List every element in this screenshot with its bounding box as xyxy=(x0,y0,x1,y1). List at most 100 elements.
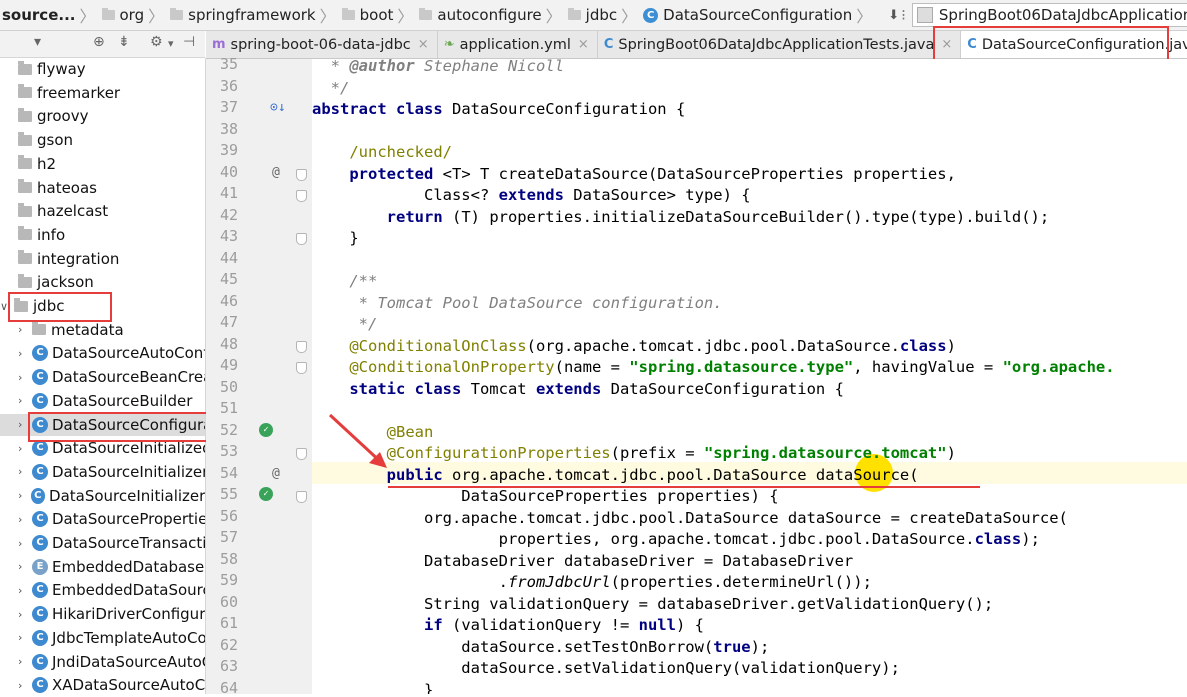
tree-item[interactable]: hazelcast xyxy=(0,200,205,222)
breadcrumb-item[interactable]: org 〉 xyxy=(101,3,171,27)
code-line: */ xyxy=(312,313,378,335)
more-icon[interactable]: ⁝ xyxy=(901,6,906,24)
run-config-label: SpringBoot06DataJdbcApplicationTests.con… xyxy=(938,6,1187,24)
chevron-right-icon[interactable]: › xyxy=(18,608,32,621)
code-line: String validationQuery = databaseDriver.… xyxy=(312,593,993,615)
chevron-right-icon[interactable]: › xyxy=(18,442,32,455)
tree-item[interactable]: › E EmbeddedDatabaseC xyxy=(0,556,206,578)
target-icon[interactable]: ⊕ xyxy=(93,34,105,50)
collapse-icon[interactable]: ⇟ xyxy=(118,34,130,50)
fold-icon[interactable] xyxy=(296,491,307,503)
line-number: 61 xyxy=(219,614,238,632)
dropdown-icon[interactable]: ▾ xyxy=(34,34,41,50)
fold-icon[interactable] xyxy=(296,362,307,374)
folder-icon xyxy=(341,8,355,20)
tree-item[interactable]: gson xyxy=(0,129,205,151)
fold-icon[interactable] xyxy=(296,168,307,181)
implemented-icon[interactable]: ⊙↓ xyxy=(270,100,286,115)
run-config-select[interactable]: SpringBoot06DataJdbcApplicationTests.con… xyxy=(911,3,1187,27)
tree-item[interactable]: › C XADataSourceAutoCo xyxy=(0,674,205,694)
close-icon[interactable]: × xyxy=(418,37,429,52)
chevron-right-icon[interactable]: › xyxy=(18,371,32,384)
tree-item[interactable]: › C HikariDriverConfigurat xyxy=(0,603,205,625)
chevron-right-icon[interactable]: › xyxy=(18,537,32,550)
run-configuration[interactable]: ⬇ ⁝ SpringBoot06DataJdbcApplicationTests… xyxy=(888,3,1187,27)
code-line: @ConditionalOnClass(org.apache.tomcat.jd… xyxy=(312,335,956,357)
fold-icon[interactable] xyxy=(296,190,307,202)
code-token: * Tomcat Pool DataSource configuration. xyxy=(312,293,723,312)
tree-item[interactable]: groovy xyxy=(0,105,205,127)
tree-item[interactable]: › C DataSourceAutoConfig xyxy=(0,342,205,364)
tree-item[interactable]: › C DataSourceBuilder xyxy=(0,390,205,412)
close-icon[interactable]: × xyxy=(578,37,589,52)
tree-item[interactable]: h2 xyxy=(0,153,205,175)
tree-item[interactable]: › C JdbcTemplateAutoCon xyxy=(0,627,205,649)
tab-1[interactable]: ❧ application.yml × xyxy=(438,31,598,58)
folder-icon xyxy=(101,8,115,20)
tree-item[interactable]: › C DataSourceInitializerPo xyxy=(0,485,205,507)
tree-item[interactable]: › C EmbeddedDataSource xyxy=(0,579,205,601)
chevron-right-icon[interactable]: › xyxy=(18,489,31,502)
tree-item[interactable]: hateoas xyxy=(0,177,205,199)
fold-icon[interactable] xyxy=(296,233,307,245)
code-line: DatabaseDriver databaseDriver = Database… xyxy=(312,550,853,572)
override-marker-icon[interactable]: @ xyxy=(272,466,280,481)
folder-icon xyxy=(18,107,32,122)
code-line: /** xyxy=(312,270,377,292)
breadcrumb-item[interactable]: springframework 〉 xyxy=(170,3,342,27)
breadcrumb-item[interactable]: boot 〉 xyxy=(341,3,420,27)
chevron-right-icon[interactable]: › xyxy=(18,560,32,573)
tree-item[interactable]: › C DataSourceInitializer xyxy=(0,461,205,483)
breadcrumb-item[interactable]: autoconfigure 〉 xyxy=(419,3,567,27)
breadcrumb-item[interactable]: C DataSourceConfiguration 〉 xyxy=(643,3,878,27)
tree-item[interactable]: flyway xyxy=(0,58,205,80)
tab-2[interactable]: C SpringBoot06DataJdbcApplicationTests.ja… xyxy=(598,31,962,58)
breadcrumb-item[interactable]: jdbc 〉 xyxy=(567,3,643,27)
gear-dropdown-icon[interactable]: ▾ xyxy=(168,37,174,50)
run-arrow-icon[interactable]: ⬇ xyxy=(888,8,899,23)
tree-item[interactable]: › C JndiDataSourceAutoCo xyxy=(0,651,205,673)
bean-icon[interactable]: ✓ xyxy=(259,487,273,501)
chevron-right-icon[interactable]: › xyxy=(18,347,32,360)
bean-icon[interactable]: ✓ xyxy=(259,422,273,437)
tree-item[interactable]: › C DataSourceTransactio xyxy=(0,532,205,554)
fold-icon[interactable] xyxy=(296,448,307,460)
chevron-right-icon[interactable]: › xyxy=(18,394,32,407)
code-token: } xyxy=(312,680,434,695)
tree-item[interactable]: jackson xyxy=(0,271,205,293)
tree-item[interactable]: info xyxy=(0,224,205,246)
leaf-icon: ❧ xyxy=(443,37,455,52)
chevron-right-icon[interactable]: › xyxy=(18,465,32,478)
tab-0[interactable]: m spring-boot-06-data-jdbc × xyxy=(206,31,438,58)
code-token: extends xyxy=(498,186,564,204)
chevron-right-icon[interactable]: › xyxy=(18,631,32,644)
breadcrumb-item[interactable]: source... 〉 xyxy=(2,3,102,27)
line-number: 50 xyxy=(219,377,238,396)
folder-icon xyxy=(18,202,32,217)
chevron-right-icon[interactable]: › xyxy=(18,655,32,668)
chevron-right-icon[interactable]: › xyxy=(18,679,32,692)
override-marker-icon[interactable]: @ xyxy=(272,165,280,180)
tree-item[interactable]: › C DataSourceProperties xyxy=(0,508,206,530)
code-token: fromJdbcUrl xyxy=(507,573,611,591)
chevron-right-icon[interactable]: › xyxy=(18,584,32,597)
code-token: (org.apache.tomcat.jdbc.pool.DataSource. xyxy=(526,336,900,355)
hide-icon[interactable]: ⊣ xyxy=(183,34,195,50)
tree-item[interactable]: › C DataSourceBeanCreat xyxy=(0,366,205,388)
line-number: 47 xyxy=(219,313,238,331)
line-number: 46 xyxy=(219,291,238,310)
tree-item-label: DataSourceProperties xyxy=(52,510,206,529)
chevron-right-icon[interactable]: › xyxy=(18,513,32,526)
gear-icon[interactable]: ⚙ xyxy=(150,34,163,50)
tree-item[interactable]: freemarker xyxy=(0,82,205,104)
fold-icon[interactable] xyxy=(296,340,307,353)
code-line: @ConditionalOnProperty(name = "spring.da… xyxy=(312,356,1114,378)
tree-item-label: EmbeddedDatabaseC xyxy=(52,557,206,576)
code-editor[interactable]: * @author Stephane Nicoll */abstract cla… xyxy=(312,59,1187,694)
line-number: 35 xyxy=(219,55,238,73)
tree-item[interactable]: integration xyxy=(0,248,205,270)
line-number: 59 xyxy=(219,571,238,589)
code-token: return xyxy=(386,207,443,226)
chevron-right-icon[interactable]: › xyxy=(18,323,32,336)
